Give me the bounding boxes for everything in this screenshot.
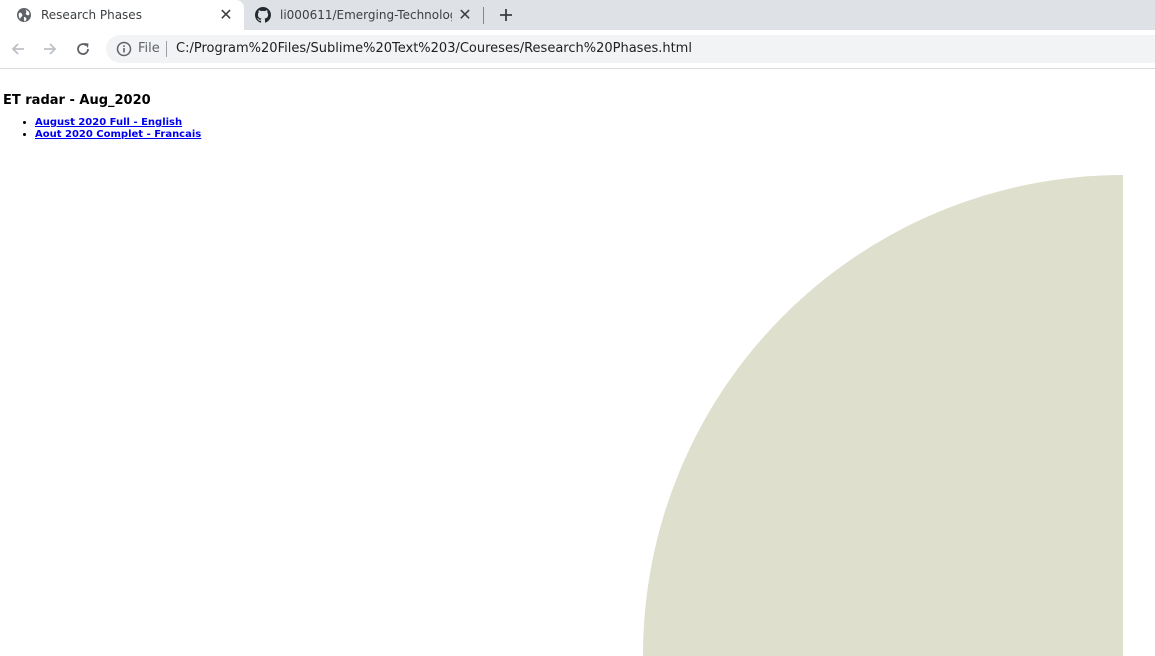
info-icon[interactable] — [116, 41, 132, 57]
close-icon[interactable]: ✕ — [457, 7, 473, 23]
tab-separator — [483, 7, 484, 24]
globe-icon — [16, 7, 32, 23]
tab-title: Research Phases — [41, 8, 142, 22]
link-august-2020-english[interactable]: August 2020 Full - English — [35, 117, 182, 128]
tab-strip: Research Phases ✕ li000611/Emerging-Tech… — [0, 0, 1155, 30]
reload-icon[interactable] — [74, 40, 92, 58]
scheme-label: File — [138, 41, 160, 56]
tab-title: li000611/Emerging-Technology-C — [280, 8, 452, 22]
address-bar[interactable]: File C:/Program%20Files/Sublime%20Text%2… — [106, 35, 1155, 63]
forward-arrow-icon[interactable] — [41, 40, 59, 58]
back-arrow-icon[interactable] — [9, 40, 27, 58]
github-icon — [255, 7, 271, 23]
plus-icon[interactable] — [496, 5, 516, 25]
tab-research-phases[interactable]: Research Phases ✕ — [0, 0, 244, 30]
divider — [166, 41, 167, 57]
radar-quadrant-shape — [642, 175, 1123, 656]
list-item: August 2020 Full - English — [35, 117, 201, 129]
list-item: Aout 2020 Complet - Francais — [35, 129, 201, 141]
close-icon[interactable]: ✕ — [218, 7, 234, 23]
report-link-list: August 2020 Full - English Aout 2020 Com… — [0, 117, 201, 141]
browser-toolbar: File C:/Program%20Files/Sublime%20Text%2… — [0, 30, 1155, 69]
url-text[interactable]: C:/Program%20Files/Sublime%20Text%203/Co… — [176, 42, 692, 56]
page-title: ET radar - Aug_2020 — [3, 93, 151, 108]
radar-quadrant — [642, 175, 1123, 656]
link-aout-2020-francais[interactable]: Aout 2020 Complet - Francais — [35, 129, 201, 140]
page-content: ET radar - Aug_2020 August 2020 Full - E… — [0, 69, 1155, 656]
tab-github[interactable]: li000611/Emerging-Technology-C ✕ — [245, 0, 485, 30]
